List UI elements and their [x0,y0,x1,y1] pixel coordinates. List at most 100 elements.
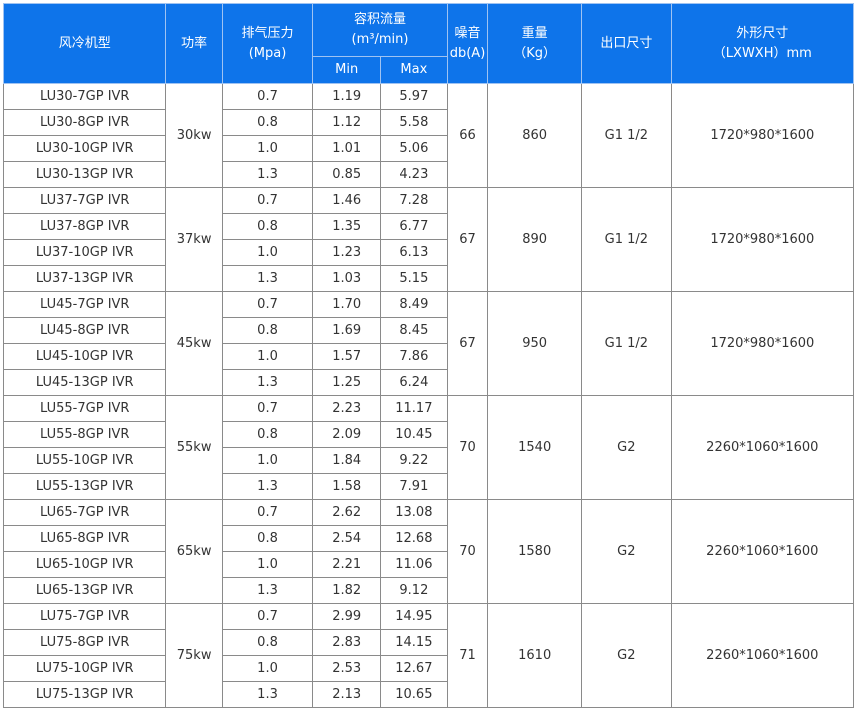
spec-table: 风冷机型 功率 排气压力 (Mpa) 容积流量 (m³/min) 噪音 db(A… [2,3,855,708]
pressure-cell: 0.8 [221,525,314,552]
outlet-cell: G1 1/2 [581,83,672,188]
model-cell: LU75-8GP IVR [2,629,167,656]
header-flow-label: 容积流量 [354,12,407,27]
weight-cell: 1580 [487,499,583,604]
model-cell: LU45-8GP IVR [2,317,167,344]
pressure-cell: 0.7 [221,83,314,110]
dimensions-cell: 2260*1060*1600 [670,603,855,708]
flow-min-cell: 1.84 [312,447,382,474]
pressure-cell: 0.7 [221,291,314,318]
model-cell: LU65-7GP IVR [2,499,167,526]
flow-min-cell: 2.83 [312,629,382,656]
header-flow: 容积流量 (m³/min) [312,3,448,57]
header-weight-unit: （Kg） [513,45,557,61]
pressure-cell: 0.8 [221,109,314,136]
flow-min-cell: 1.03 [312,265,382,292]
table-row: LU30-7GP IVR 30kw 0.7 1.19 5.97 66 860 G1 1/2 17… [2,83,855,188]
flow-max-cell: 10.45 [380,421,448,448]
noise-cell: 70 [446,395,489,500]
pressure-cell: 1.0 [221,551,314,578]
model-cell: LU37-13GP IVR [2,265,167,292]
flow-min-cell: 2.53 [312,655,382,682]
outlet-cell: G2 [581,603,672,708]
outlet-cell: G1 1/2 [581,291,672,396]
pressure-cell: 1.0 [221,135,314,162]
spec-table-body: LU30-7GP IVR 30kw 0.7 1.19 5.97 66 860 G1 1/2 17… [2,83,855,708]
pressure-cell: 0.8 [221,421,314,448]
pressure-cell: 0.7 [221,187,314,214]
flow-min-cell: 1.23 [312,239,382,266]
flow-min-cell: 2.62 [312,499,382,526]
flow-max-cell: 5.58 [380,109,448,136]
weight-cell: 860 [487,83,583,188]
header-power: 功率 [165,3,223,84]
model-cell: LU55-8GP IVR [2,421,167,448]
flow-min-cell: 0.85 [312,161,382,188]
power-cell: 45kw [165,291,223,396]
pressure-cell: 1.0 [221,239,314,266]
model-cell: LU45-13GP IVR [2,369,167,396]
header-pressure-label: 排气压力 [241,25,294,41]
flow-max-cell: 11.06 [380,551,448,578]
header-dimensions-unit: （LXWXH）mm [712,45,812,61]
model-cell: LU37-10GP IVR [2,239,167,266]
power-cell: 65kw [165,499,223,604]
model-cell: LU37-7GP IVR [2,187,167,214]
pressure-cell: 1.0 [221,343,314,370]
flow-min-cell: 1.82 [312,577,382,604]
pressure-cell: 1.3 [221,473,314,500]
flow-max-cell: 8.49 [380,291,448,318]
pressure-cell: 1.3 [221,369,314,396]
model-cell: LU30-8GP IVR [2,109,167,136]
dimensions-cell: 2260*1060*1600 [670,499,855,604]
header-noise: 噪音 db(A) [446,3,489,84]
flow-min-cell: 2.23 [312,395,382,422]
flow-min-cell: 2.13 [312,681,382,708]
flow-max-cell: 11.17 [380,395,448,422]
flow-max-cell: 12.67 [380,655,448,682]
flow-min-cell: 1.01 [312,135,382,162]
model-cell: LU55-10GP IVR [2,447,167,474]
pressure-cell: 1.0 [221,655,314,682]
flow-max-cell: 9.12 [380,577,448,604]
table-row: LU65-7GP IVR 65kw 0.7 2.62 13.08 70 1580 G2 2260… [2,499,855,604]
flow-min-cell: 1.46 [312,187,382,214]
pressure-cell: 0.8 [221,317,314,344]
pressure-cell: 1.0 [221,447,314,474]
model-cell: LU65-8GP IVR [2,525,167,552]
weight-cell: 890 [487,187,583,292]
flow-min-cell: 1.25 [312,369,382,396]
flow-max-cell: 7.28 [380,187,448,214]
flow-max-cell: 6.77 [380,213,448,240]
flow-max-cell: 13.08 [380,499,448,526]
pressure-cell: 1.3 [221,161,314,188]
power-cell: 37kw [165,187,223,292]
flow-max-cell: 8.45 [380,317,448,344]
noise-cell: 71 [446,603,489,708]
table-row: LU45-7GP IVR 45kw 0.7 1.70 8.49 67 950 G1 1/2 17… [2,291,855,396]
flow-max-cell: 5.15 [380,265,448,292]
outlet-cell: G2 [581,499,672,604]
pressure-cell: 0.8 [221,629,314,656]
header-flow-max: Max [380,56,448,84]
header-flow-min: Min [312,56,382,84]
flow-min-cell: 2.99 [312,603,382,630]
flow-max-cell: 5.97 [380,83,448,110]
outlet-cell: G1 1/2 [581,187,672,292]
weight-cell: 950 [487,291,583,396]
header-dimensions: 外形尺寸 （LXWXH）mm [670,3,855,84]
flow-max-cell: 10.65 [380,681,448,708]
model-cell: LU37-8GP IVR [2,213,167,240]
pressure-cell: 1.3 [221,265,314,292]
flow-max-cell: 7.86 [380,343,448,370]
flow-max-cell: 9.22 [380,447,448,474]
pressure-cell: 0.8 [221,213,314,240]
header-noise-unit: db(A) [449,45,486,61]
header-weight-label: 重量 [521,25,548,41]
flow-min-cell: 2.21 [312,551,382,578]
flow-max-cell: 12.68 [380,525,448,552]
header-flow-unit: (m³/min) [351,32,409,47]
flow-max-cell: 4.23 [380,161,448,188]
flow-min-cell: 1.70 [312,291,382,318]
pressure-cell: 0.7 [221,499,314,526]
